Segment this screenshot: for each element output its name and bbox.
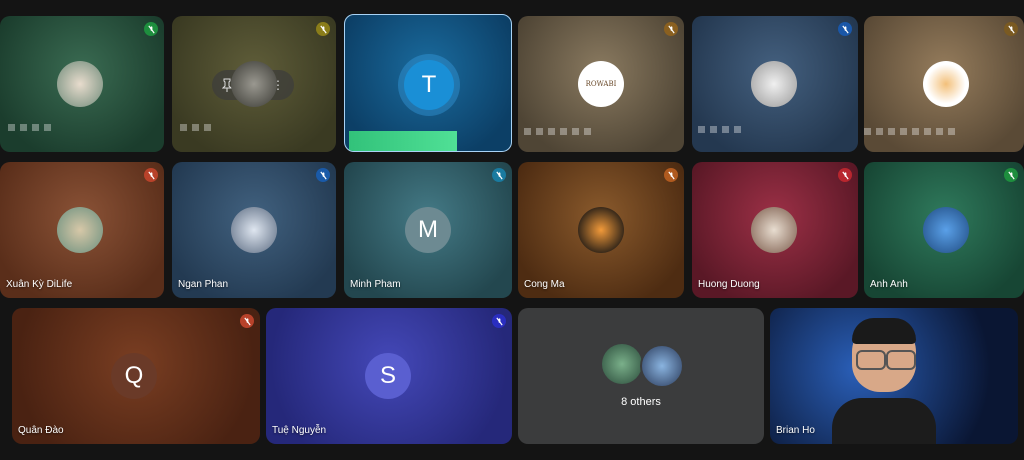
participant-name: Huong Duong — [698, 279, 760, 290]
participant-name: Brian Ho — [776, 425, 815, 436]
muted-mic-icon — [316, 168, 330, 182]
avatar — [751, 207, 797, 253]
participant-name: Tuệ Nguyễn — [272, 425, 327, 436]
participant-tile-video[interactable]: Brian Ho — [770, 308, 1018, 444]
avatar — [923, 61, 969, 107]
participant-name: Minh Pham — [350, 279, 401, 290]
pixelated-name — [524, 128, 596, 148]
muted-mic-icon — [240, 314, 254, 328]
participant-tile[interactable]: Cong Ma — [518, 162, 684, 298]
participant-name: Xuân Kỳ DiLife — [6, 279, 73, 290]
avatar — [923, 207, 969, 253]
muted-mic-icon — [1004, 168, 1018, 182]
muted-mic-icon — [664, 22, 678, 36]
muted-mic-icon — [664, 168, 678, 182]
avatar — [57, 207, 103, 253]
muted-mic-icon — [838, 168, 852, 182]
pixelated-name — [864, 128, 960, 148]
avatar — [640, 344, 684, 388]
avatar: M — [405, 207, 451, 253]
others-tile[interactable]: 8 others — [518, 308, 764, 444]
avatar-initial: M — [418, 216, 438, 243]
others-count: 8 others — [621, 396, 661, 408]
avatar — [57, 61, 103, 107]
muted-mic-icon — [144, 168, 158, 182]
participant-tile[interactable]: Anh Anh — [864, 162, 1024, 298]
avatar — [751, 61, 797, 107]
participant-tile[interactable]: ROWABI — [518, 16, 684, 152]
participant-tile[interactable] — [692, 16, 858, 152]
avatar-initial: T — [421, 71, 437, 98]
avatar-initial: S — [379, 362, 396, 389]
avatar — [231, 207, 277, 253]
muted-mic-icon — [838, 22, 852, 36]
pixelated-name — [349, 131, 457, 151]
participant-tile[interactable]: Ngan Phan — [172, 162, 336, 298]
logo-text: ROWABI — [585, 80, 617, 88]
avatar: Q — [111, 353, 157, 399]
avatar — [231, 61, 277, 107]
pixelated-name — [180, 124, 216, 144]
video-feed — [832, 318, 936, 444]
participant-tile[interactable]: S Tuệ Nguyễn — [266, 308, 512, 444]
participant-name: Ngan Phan — [178, 279, 229, 290]
participant-name: Cong Ma — [524, 279, 565, 290]
muted-mic-icon — [144, 22, 158, 36]
avatar — [602, 344, 642, 384]
avatar: T — [404, 60, 454, 110]
muted-mic-icon — [492, 314, 506, 328]
participant-tile[interactable]: Xuân Kỳ DiLife — [0, 162, 164, 298]
participant-tile[interactable] — [864, 16, 1024, 152]
participant-tile[interactable]: M Minh Pham — [344, 162, 512, 298]
avatar — [578, 207, 624, 253]
muted-mic-icon — [492, 168, 506, 182]
pixelated-name — [8, 124, 56, 144]
pixelated-name — [698, 126, 746, 146]
participant-name: Anh Anh — [870, 279, 908, 290]
avatar: S — [365, 353, 411, 399]
muted-mic-icon — [1004, 22, 1018, 36]
participant-name: Quân Đào — [18, 425, 64, 436]
participant-tile[interactable]: ⋮ — [172, 16, 336, 152]
participant-tile[interactable]: Huong Duong — [692, 162, 858, 298]
avatar-initial: Q — [124, 362, 144, 389]
participant-tile[interactable]: Q Quân Đào — [12, 308, 260, 444]
participant-tile[interactable] — [0, 16, 164, 152]
avatar: ROWABI — [578, 61, 624, 107]
muted-mic-icon — [316, 22, 330, 36]
participant-tile-active-speaker[interactable]: T — [344, 14, 512, 152]
